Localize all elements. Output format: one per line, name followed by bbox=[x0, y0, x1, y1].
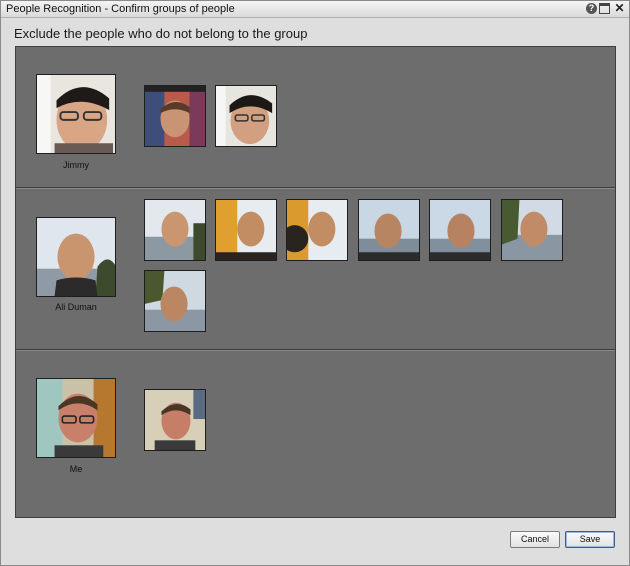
cancel-button[interactable]: Cancel bbox=[510, 531, 560, 548]
candidate-face[interactable] bbox=[215, 199, 277, 261]
candidate-face[interactable] bbox=[215, 85, 277, 147]
group-name-label: Jimmy bbox=[63, 160, 89, 170]
dialog-window: People Recognition - Confirm groups of p… bbox=[0, 0, 630, 566]
group-name-label: Me bbox=[69, 464, 83, 474]
candidate-face[interactable] bbox=[429, 199, 491, 261]
candidate-face[interactable] bbox=[144, 199, 206, 261]
group-representative-photo[interactable] bbox=[36, 74, 116, 154]
candidate-face[interactable] bbox=[144, 389, 206, 451]
window-title: People Recognition - Confirm groups of p… bbox=[6, 3, 235, 15]
save-button[interactable]: Save bbox=[565, 531, 615, 548]
group-divider bbox=[16, 349, 615, 351]
groups-panel: Jimmy Ali Duman Me bbox=[15, 46, 616, 518]
candidate-face[interactable] bbox=[144, 270, 206, 332]
title-bar: People Recognition - Confirm groups of p… bbox=[1, 1, 629, 18]
candidate-face[interactable] bbox=[358, 199, 420, 261]
group-representative-photo[interactable] bbox=[36, 378, 116, 458]
candidate-face[interactable] bbox=[144, 85, 206, 147]
candidate-face[interactable] bbox=[286, 199, 348, 261]
help-icon[interactable]: ? bbox=[586, 3, 597, 14]
close-icon[interactable]: ✕ bbox=[614, 2, 625, 14]
instruction-text: Exclude the people who do not belong to … bbox=[14, 26, 308, 41]
group-representative-photo[interactable] bbox=[36, 217, 116, 297]
candidate-face[interactable] bbox=[501, 199, 563, 261]
group-divider bbox=[16, 187, 615, 189]
maximize-icon[interactable] bbox=[599, 3, 610, 14]
group-name-label: Ali Duman bbox=[55, 302, 97, 312]
